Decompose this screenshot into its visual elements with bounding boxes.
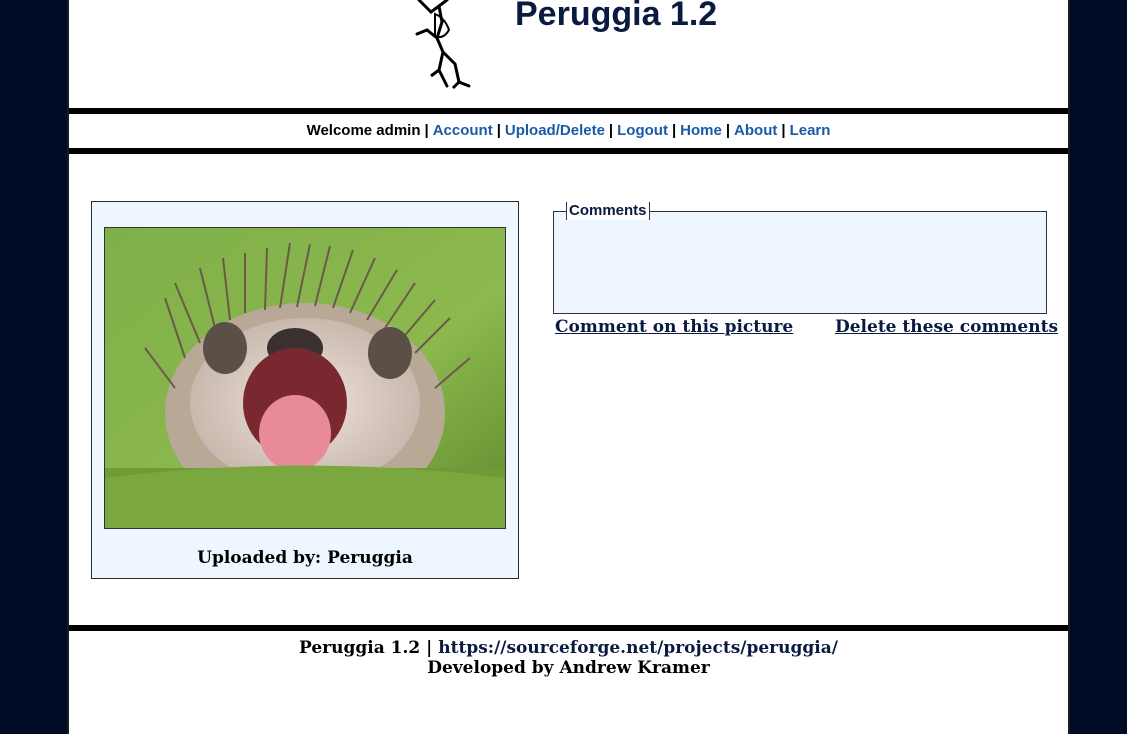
hedgehog-photo[interactable] bbox=[104, 227, 506, 529]
nav-link-upload-delete[interactable]: Upload/Delete bbox=[505, 122, 605, 139]
footer-separator: | bbox=[426, 638, 433, 658]
header: Peruggia 1.2 bbox=[69, 0, 1068, 108]
footer-project-link[interactable]: https://sourceforge.net/projects/peruggi… bbox=[438, 638, 838, 658]
uploaded-by-text: Uploaded by: Peruggia bbox=[197, 548, 413, 568]
nav-link-learn[interactable]: Learn bbox=[790, 122, 831, 139]
comments-box bbox=[553, 211, 1047, 314]
divider bbox=[69, 148, 1068, 154]
nav-separator: | bbox=[725, 122, 731, 139]
nav-separator: | bbox=[671, 122, 677, 139]
footer-version: Peruggia 1.2 bbox=[299, 638, 421, 658]
comments-legend: Comments bbox=[566, 202, 650, 220]
welcome-text: Welcome admin bbox=[306, 122, 421, 139]
nav-separator: | bbox=[781, 122, 786, 139]
nav-link-home[interactable]: Home bbox=[680, 122, 722, 139]
nav-link-about[interactable]: About bbox=[734, 122, 777, 139]
comment-on-picture-link[interactable]: Comment on this picture bbox=[555, 317, 793, 337]
footer-developer: Developed by Andrew Kramer bbox=[427, 658, 710, 678]
nav-link-logout[interactable]: Logout bbox=[617, 122, 668, 139]
dancing-figure-logo-icon bbox=[415, 0, 471, 90]
nav-link-account[interactable]: Account bbox=[433, 122, 493, 139]
page-container: Peruggia 1.2 Welcome admin | Account | Uploa… bbox=[67, 0, 1070, 734]
nav-separator: | bbox=[424, 122, 429, 139]
site-title: Peruggia 1.2 bbox=[515, 0, 718, 33]
nav-separator: | bbox=[608, 122, 614, 139]
divider bbox=[69, 625, 1068, 631]
delete-comments-link[interactable]: Delete these comments bbox=[835, 317, 1058, 337]
footer: Peruggia 1.2 | https://sourceforge.net/p… bbox=[69, 638, 1068, 678]
nav-separator: | bbox=[496, 122, 501, 139]
hedgehog-image-icon bbox=[105, 228, 505, 528]
nav-bar: Welcome admin | Account | Upload/Delete | Logo… bbox=[69, 114, 1068, 148]
photo-panel: Uploaded by: Peruggia bbox=[91, 201, 519, 579]
